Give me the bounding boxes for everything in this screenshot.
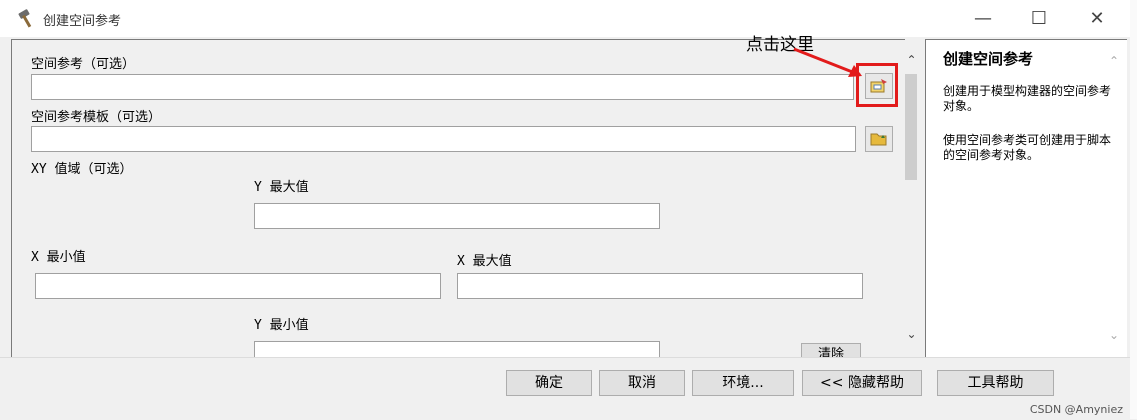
y-min-input[interactable] (254, 341, 660, 358)
close-icon: ✕ (1089, 8, 1105, 29)
hammer-icon (16, 9, 38, 29)
hide-help-button[interactable]: << 隐藏帮助 (802, 370, 922, 396)
spatial-ref-label: 空间参考（可选） (31, 57, 136, 72)
scroll-up-icon[interactable]: ⌃ (903, 52, 920, 69)
help-scroll-up-icon[interactable]: ⌃ (1109, 54, 1119, 68)
annotation-highlight-box (856, 63, 898, 107)
dialog-button-bar: 确定 取消 环境... << 隐藏帮助 工具帮助 (0, 357, 1130, 420)
window-title: 创建空间参考 (43, 14, 122, 29)
tool-help-button[interactable]: 工具帮助 (937, 370, 1054, 396)
x-min-input[interactable] (35, 273, 441, 299)
close-button[interactable]: ✕ (1069, 0, 1125, 37)
browse-folder-button[interactable] (865, 126, 893, 152)
minimize-icon: — (974, 8, 992, 29)
environments-button[interactable]: 环境... (692, 370, 794, 396)
maximize-button[interactable]: ☐ (1011, 0, 1067, 37)
y-max-input[interactable] (254, 203, 660, 229)
parameter-panel: 空间参考（可选） 空间参考模板（可选） XY 值域（可选） Y 最大值 X 最小… (11, 39, 905, 358)
watermark: CSDN @Amyniez (1029, 403, 1123, 416)
spatial-ref-input[interactable] (31, 74, 854, 100)
minimize-button[interactable]: — (955, 0, 1011, 37)
x-max-label: X 最大值 (457, 254, 512, 269)
background-window-edge (1130, 0, 1137, 419)
x-max-input[interactable] (457, 273, 863, 299)
folder-icon (870, 133, 887, 146)
y-max-label: Y 最大值 (254, 180, 309, 195)
ok-button[interactable]: 确定 (506, 370, 592, 396)
help-title: 创建空间参考 (943, 50, 1034, 68)
y-min-label: Y 最小值 (254, 318, 309, 333)
help-panel: 创建空间参考 创建用于模型构建器的空间参考对象。 使用空间参考类可创建用于脚本的… (925, 39, 1127, 358)
clear-button[interactable]: 清除 (801, 343, 861, 358)
maximize-icon: ☐ (1030, 8, 1048, 29)
spatial-ref-template-input[interactable] (31, 126, 856, 152)
title-bar: 创建空间参考 — ☐ ✕ (0, 0, 1130, 37)
spatial-ref-template-label: 空间参考模板（可选） (31, 110, 162, 125)
scroll-down-icon[interactable]: ⌄ (903, 326, 920, 343)
help-paragraph-1: 创建用于模型构建器的空间参考对象。 (943, 84, 1112, 113)
help-paragraph-2: 使用空间参考类可创建用于脚本的空间参考对象。 (943, 133, 1112, 162)
cancel-button[interactable]: 取消 (599, 370, 685, 396)
scroll-thumb[interactable] (905, 74, 917, 180)
x-min-label: X 最小值 (31, 250, 86, 265)
help-scroll-down-icon[interactable]: ⌄ (1109, 328, 1119, 342)
xy-domain-label: XY 值域（可选） (31, 162, 133, 177)
